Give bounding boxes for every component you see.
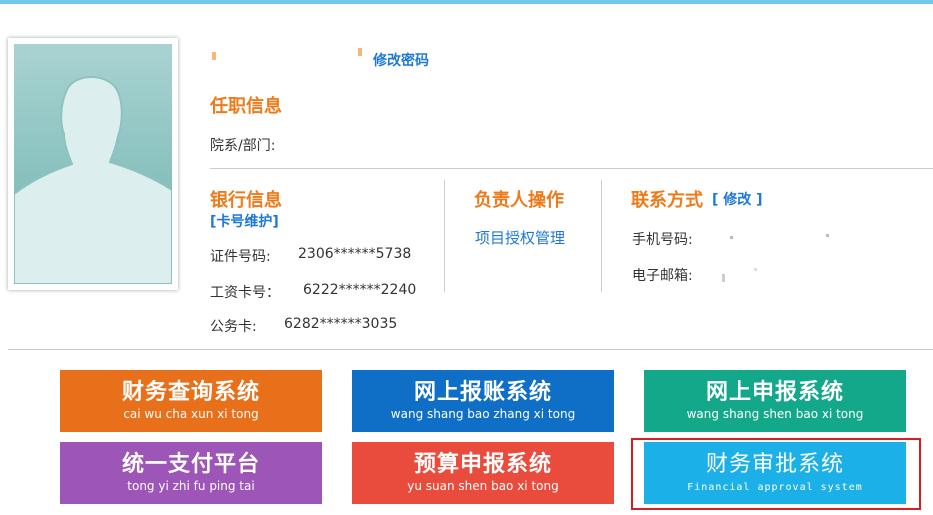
tile-title: 财务审批系统 — [705, 452, 844, 477]
manager-title: 负责人操作 — [474, 190, 564, 211]
avatar — [8, 38, 178, 290]
tile-subtitle: tong yi zhi fu ping tai — [127, 479, 255, 493]
project-auth-link[interactable]: 项目授权管理 — [475, 227, 565, 248]
tile-title: 网上报账系统 — [413, 380, 552, 405]
email-label: 电子邮箱: — [632, 268, 693, 284]
tile-subtitle: wang shang shen bao xi tong — [686, 407, 864, 421]
column-divider — [601, 180, 602, 292]
phone-label: 手机号码: — [632, 232, 693, 248]
bank-title: 银行信息 — [210, 190, 282, 211]
tile-title: 统一支付平台 — [121, 452, 260, 477]
official-card-label: 公务卡: — [210, 319, 257, 335]
tile-title: 网上申报系统 — [705, 380, 844, 405]
divider — [210, 168, 933, 169]
official-card-value: 6282******3035 — [284, 316, 398, 332]
tile-finance-query[interactable]: 财务查询系统 cai wu cha xun xi tong — [60, 370, 322, 432]
salary-card-value: 6222******2240 — [303, 282, 417, 298]
tile-budget-declaration[interactable]: 预算申报系统 yu suan shen bao xi tong — [352, 442, 614, 504]
phone-redacted — [730, 234, 829, 239]
department-label: 院系/部门: — [210, 138, 276, 154]
change-password-link[interactable]: 修改密码 — [373, 50, 429, 70]
tile-online-reimbursement[interactable]: 网上报账系统 wang shang bao zhang xi tong — [352, 370, 614, 432]
tile-subtitle: cai wu cha xun xi tong — [123, 407, 259, 421]
tile-unified-payment[interactable]: 统一支付平台 tong yi zhi fu ping tai — [60, 442, 322, 504]
tile-finance-approval[interactable]: 财务审批系统 Financial approval system — [644, 442, 906, 504]
card-maintain-link[interactable]: [卡号维护] — [210, 211, 279, 231]
tile-subtitle: yu suan shen bao xi tong — [407, 479, 559, 493]
tile-subtitle: wang shang bao zhang xi tong — [390, 407, 576, 421]
id-number-value: 2306******5738 — [298, 246, 412, 262]
tile-title: 财务查询系统 — [121, 380, 260, 405]
tile-subtitle: Financial approval system — [687, 482, 863, 493]
tile-title: 预算申报系统 — [413, 452, 552, 477]
id-number-label: 证件号码: — [210, 249, 271, 265]
name-redacted — [212, 48, 362, 60]
divider — [8, 349, 933, 350]
avatar-silhouette-icon — [14, 44, 172, 284]
email-redacted — [722, 268, 757, 282]
tile-online-declaration[interactable]: 网上申报系统 wang shang shen bao xi tong — [644, 370, 906, 432]
top-bar — [0, 0, 933, 4]
salary-card-label: 工资卡号： — [210, 285, 280, 301]
contact-edit-link[interactable]: [ 修改 ] — [712, 189, 763, 209]
column-divider — [444, 180, 445, 292]
employment-title: 任职信息 — [210, 96, 282, 117]
contact-title: 联系方式 — [631, 190, 703, 211]
